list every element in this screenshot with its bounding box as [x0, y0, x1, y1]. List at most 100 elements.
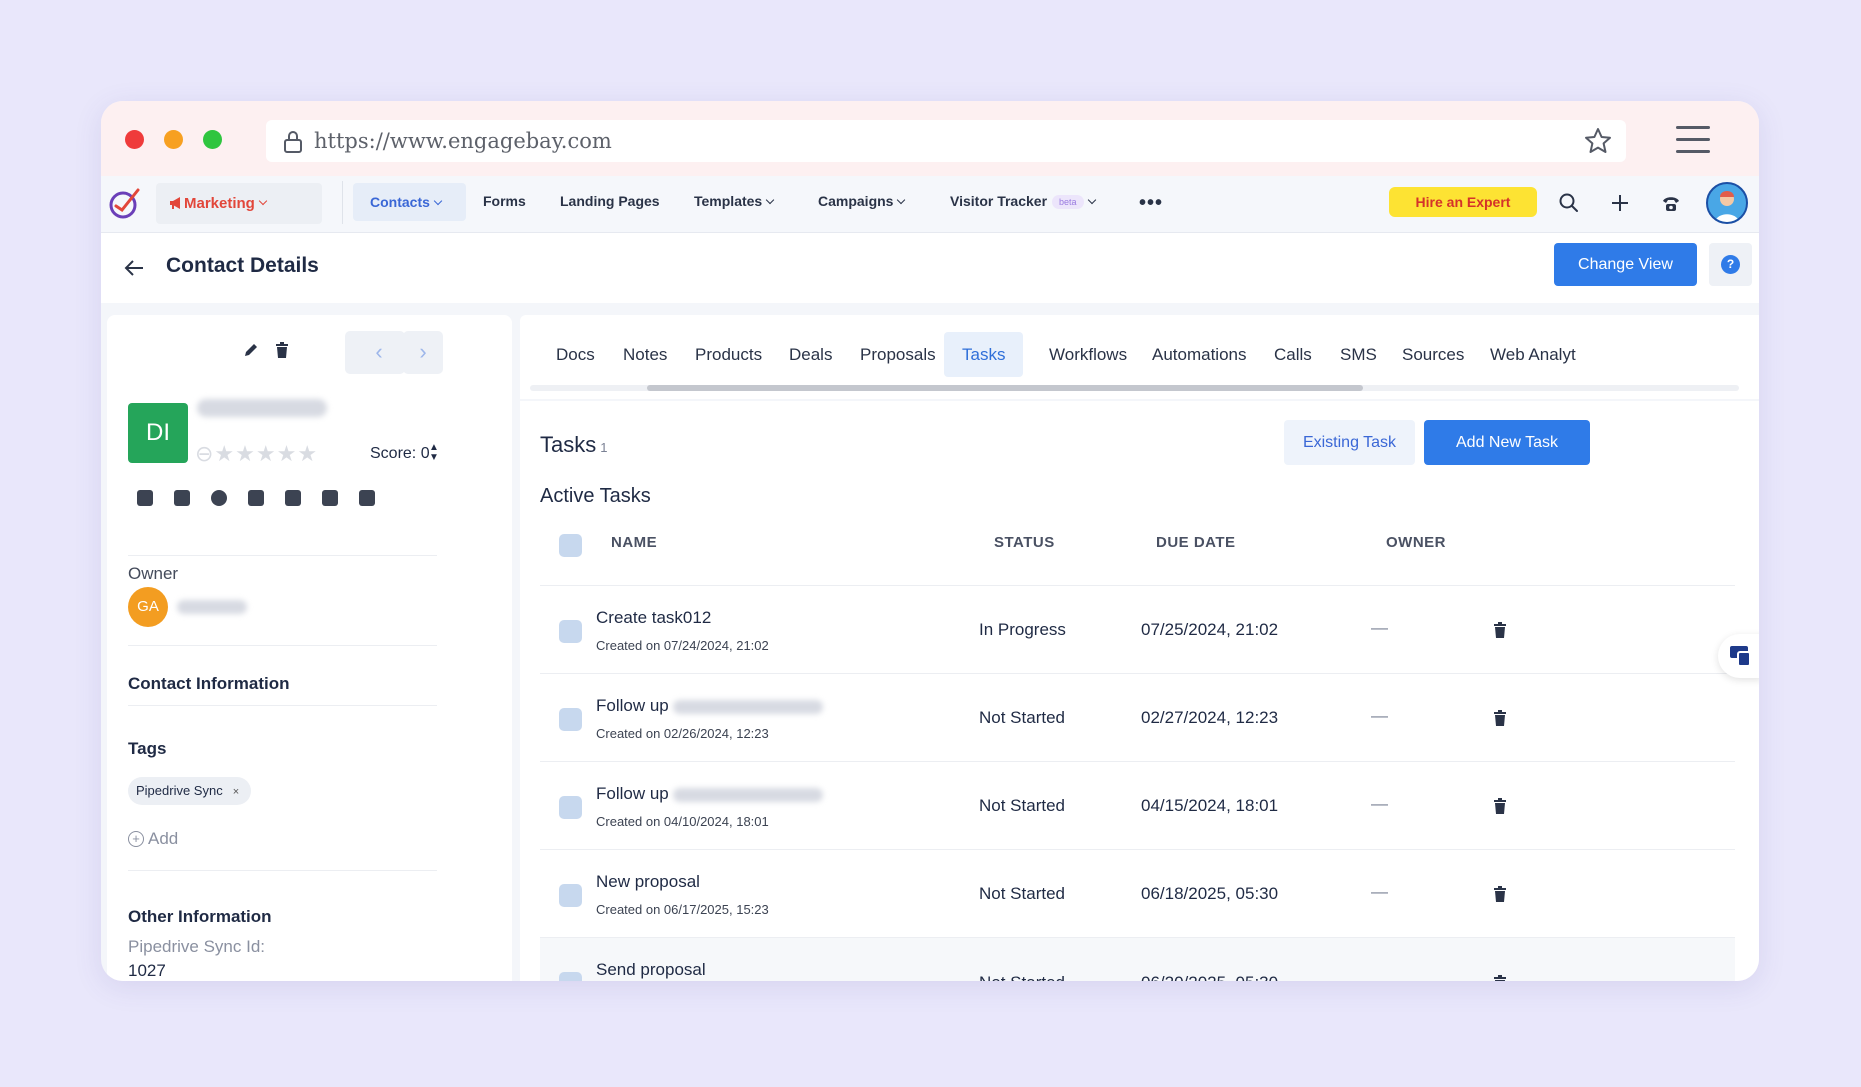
tab-docs[interactable]: Docs: [538, 332, 613, 377]
maximize-window-dot[interactable]: [203, 130, 222, 149]
tag-label: Pipedrive Sync: [136, 783, 223, 798]
trash-icon[interactable]: [1493, 710, 1507, 726]
tab-workflows[interactable]: Workflows: [1031, 332, 1145, 377]
task-name[interactable]: Create task012: [596, 608, 711, 628]
task-due-date: 04/15/2024, 18:01: [1141, 796, 1279, 815]
tab-automations[interactable]: Automations: [1134, 332, 1265, 377]
other-info-heading[interactable]: Other Information: [128, 907, 272, 927]
nav-more-icon[interactable]: •••: [1139, 192, 1163, 215]
nav-contacts[interactable]: Contacts: [353, 183, 466, 221]
back-arrow-icon[interactable]: [123, 257, 145, 279]
column-header-name: NAME: [611, 534, 658, 551]
table-row[interactable]: Follow up Created on 02/26/2024, 12:23 N…: [540, 673, 1735, 761]
detail-tabs: Docs Notes Products Deals Proposals Task…: [520, 315, 1759, 399]
task-created: Created on 07/24/2024, 21:02: [596, 638, 769, 653]
task-status: Not Started: [979, 884, 1065, 903]
add-new-task-button[interactable]: Add New Task: [1424, 420, 1590, 465]
user-avatar[interactable]: [1706, 182, 1748, 224]
table-row[interactable]: Follow up Created on 04/10/2024, 18:01 N…: [540, 761, 1735, 849]
task-created: Created on 06/17/2025, 15:23: [596, 902, 769, 917]
phone-icon[interactable]: [1660, 192, 1682, 214]
rating-stars[interactable]: ⊖★★★★★: [195, 441, 318, 467]
task-status: Not Started: [979, 796, 1065, 815]
tab-products[interactable]: Products: [677, 332, 780, 377]
trash-icon[interactable]: [1493, 886, 1507, 902]
tags-heading: Tags: [128, 739, 167, 758]
minimize-window-dot[interactable]: [164, 130, 183, 149]
task-due-date: 06/18/2025, 05:30: [1141, 884, 1279, 903]
row-checkbox[interactable]: [559, 620, 582, 643]
previous-contact-button[interactable]: ‹: [359, 331, 399, 374]
email-icon[interactable]: [137, 490, 153, 506]
tab-deals[interactable]: Deals: [771, 332, 850, 377]
task-created: Created on 04/10/2024, 18:01: [596, 814, 769, 829]
table-row[interactable]: New proposal Created on 06/17/2025, 15:2…: [540, 849, 1735, 937]
task-name[interactable]: Follow up: [596, 696, 823, 716]
divider: [128, 645, 437, 646]
hire-expert-button[interactable]: Hire an Expert: [1389, 187, 1537, 217]
browser-menu-icon[interactable]: [1676, 126, 1710, 154]
row-checkbox[interactable]: [559, 708, 582, 731]
tab-tasks[interactable]: Tasks: [944, 332, 1024, 377]
nav-visitor-tracker[interactable]: Visitor Tracker beta: [950, 193, 1096, 210]
calendar-icon[interactable]: [322, 490, 338, 506]
page-header: Contact Details Change View ?: [101, 233, 1759, 303]
nav-forms[interactable]: Forms: [483, 193, 526, 209]
add-tag-button[interactable]: + Add: [128, 829, 178, 849]
plus-icon[interactable]: [1609, 192, 1631, 214]
nav-landing-pages[interactable]: Landing Pages: [560, 193, 660, 209]
score-stepper-icon[interactable]: ▲ ▼: [429, 443, 439, 463]
scrollbar-thumb[interactable]: [647, 385, 1363, 391]
trash-icon[interactable]: [1493, 622, 1507, 638]
remove-tag-icon[interactable]: ×: [233, 786, 239, 798]
row-checkbox[interactable]: [559, 796, 582, 819]
copy-icon[interactable]: [174, 490, 190, 506]
edit-pencil-icon[interactable]: [242, 341, 260, 359]
ticket-icon[interactable]: [359, 490, 375, 506]
engagebay-logo-icon[interactable]: [108, 186, 142, 220]
tab-calls[interactable]: Calls: [1256, 332, 1330, 377]
task-name[interactable]: New proposal: [596, 872, 700, 892]
tab-proposals[interactable]: Proposals: [842, 332, 954, 377]
contacts-label: Contacts: [370, 194, 430, 210]
help-button[interactable]: ?: [1709, 243, 1752, 286]
row-checkbox[interactable]: [559, 972, 582, 981]
url-text: https://www.engagebay.com: [314, 129, 612, 153]
trash-icon[interactable]: [1493, 798, 1507, 814]
table-row[interactable]: Send proposal Not Started 06/20/2025, 05…: [540, 937, 1735, 981]
tag-chip: Pipedrive Sync ×: [128, 777, 252, 805]
task-name-redacted: [672, 699, 823, 714]
tabs-scrollbar[interactable]: [530, 385, 1739, 391]
tasks-title: Tasks 1: [540, 432, 607, 458]
dollar-icon[interactable]: [211, 490, 227, 506]
select-all-checkbox[interactable]: [559, 534, 582, 557]
task-owner: —: [1371, 971, 1388, 981]
table-row[interactable]: Create task012 Created on 07/24/2024, 21…: [540, 585, 1735, 673]
nav-templates[interactable]: Templates: [694, 193, 775, 209]
tasks-panel: Tasks 1 Existing Task Add New Task Active…: [520, 401, 1759, 981]
close-window-dot[interactable]: [125, 130, 144, 149]
existing-task-button[interactable]: Existing Task: [1284, 420, 1415, 465]
tab-sources[interactable]: Sources: [1384, 332, 1482, 377]
row-checkbox[interactable]: [559, 884, 582, 907]
task-name[interactable]: Send proposal: [596, 960, 706, 980]
tab-notes[interactable]: Notes: [605, 332, 685, 377]
chevron-down-icon: [258, 196, 268, 205]
nav-campaigns[interactable]: Campaigns: [818, 193, 906, 209]
document-icon[interactable]: [248, 490, 264, 506]
bookmark-star-icon[interactable]: [1583, 126, 1613, 156]
task-name[interactable]: Follow up: [596, 784, 823, 804]
change-view-button[interactable]: Change View: [1554, 243, 1697, 286]
next-contact-button[interactable]: ›: [403, 331, 443, 374]
divider: [128, 705, 437, 706]
trash-icon[interactable]: [1493, 975, 1507, 981]
task-name-text: Follow up: [596, 784, 669, 803]
contact-info-heading[interactable]: Contact Information: [128, 674, 290, 694]
tab-web-analytics[interactable]: Web Analyt: [1472, 332, 1594, 377]
address-bar[interactable]: https://www.engagebay.com: [266, 120, 1626, 162]
marketing-menu[interactable]: Marketing: [156, 183, 322, 224]
search-icon[interactable]: [1558, 192, 1580, 214]
note-icon[interactable]: [285, 490, 301, 506]
chat-widget-button[interactable]: [1718, 634, 1759, 678]
trash-icon[interactable]: [274, 341, 290, 359]
